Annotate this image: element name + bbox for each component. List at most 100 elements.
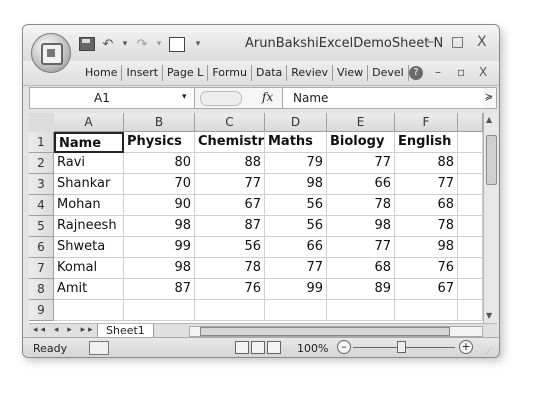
empty-cell[interactable] <box>327 300 395 321</box>
header-cell[interactable]: Maths <box>265 132 327 153</box>
data-cell[interactable]: 87 <box>124 279 195 300</box>
data-cell[interactable]: 88 <box>395 153 458 174</box>
header-cell[interactable]: Name <box>54 132 124 153</box>
data-cell[interactable]: 98 <box>327 216 395 237</box>
ribbon-tab-4[interactable]: Data <box>252 65 288 81</box>
data-cell[interactable]: 80 <box>124 153 195 174</box>
help-icon[interactable]: ? <box>409 66 423 80</box>
data-cell[interactable]: 67 <box>195 195 265 216</box>
empty-cell[interactable] <box>395 300 458 321</box>
data-cell[interactable]: 56 <box>195 237 265 258</box>
horizontal-scrollbar[interactable] <box>189 326 483 337</box>
data-cell[interactable]: 76 <box>395 258 458 279</box>
column-header-e[interactable]: E <box>327 113 395 132</box>
resize-grip-icon[interactable]: ⋰ <box>485 346 493 355</box>
data-cell[interactable]: 67 <box>395 279 458 300</box>
ribbon-restore-button[interactable]: ▫ <box>457 65 465 79</box>
data-cell[interactable]: 87 <box>195 216 265 237</box>
column-header-a[interactable]: A <box>54 113 124 132</box>
empty-cell[interactable] <box>458 174 483 195</box>
ribbon-minimize-button[interactable]: – <box>435 65 441 79</box>
empty-cell[interactable] <box>195 300 265 321</box>
undo-dropdown-icon[interactable]: ▾ <box>121 39 129 49</box>
data-cell[interactable]: 99 <box>124 237 195 258</box>
column-header-c[interactable]: C <box>195 113 265 132</box>
row-header-7[interactable]: 7 <box>29 258 54 279</box>
redo-icon[interactable]: ↷ <box>135 37 149 52</box>
empty-cell[interactable] <box>458 237 483 258</box>
office-button[interactable] <box>31 33 71 73</box>
ribbon-tab-6[interactable]: View <box>333 65 369 81</box>
data-cell[interactable]: Ravi <box>54 153 124 174</box>
ribbon-tab-0[interactable]: Home <box>81 65 123 81</box>
data-cell[interactable]: 76 <box>195 279 265 300</box>
redo-dropdown-icon[interactable]: ▾ <box>155 39 163 49</box>
formula-input[interactable]: Name <box>282 88 483 108</box>
zoom-out-icon[interactable]: – <box>337 340 351 354</box>
header-cell[interactable]: Physics <box>124 132 195 153</box>
data-cell[interactable]: 78 <box>395 216 458 237</box>
data-cell[interactable]: 68 <box>327 258 395 279</box>
empty-cell[interactable] <box>458 195 483 216</box>
page-break-view-icon[interactable] <box>267 341 281 354</box>
data-cell[interactable]: 79 <box>265 153 327 174</box>
header-cell[interactable]: English <box>395 132 458 153</box>
data-cell[interactable]: 66 <box>327 174 395 195</box>
row-header-4[interactable]: 4 <box>29 195 54 216</box>
empty-cell[interactable] <box>458 216 483 237</box>
data-cell[interactable]: Komal <box>54 258 124 279</box>
row-header-5[interactable]: 5 <box>29 216 54 237</box>
data-cell[interactable]: 78 <box>195 258 265 279</box>
page-layout-view-icon[interactable] <box>251 341 265 354</box>
row-header-9[interactable]: 9 <box>29 300 54 321</box>
new-document-icon[interactable] <box>169 36 185 52</box>
data-cell[interactable]: 88 <box>195 153 265 174</box>
select-all-corner[interactable] <box>29 113 55 133</box>
minimize-button[interactable]: – <box>427 34 434 50</box>
data-cell[interactable]: Amit <box>54 279 124 300</box>
empty-cell[interactable] <box>124 300 195 321</box>
data-cell[interactable]: 89 <box>327 279 395 300</box>
zoom-level[interactable]: 100% <box>297 342 328 355</box>
data-cell[interactable]: 68 <box>395 195 458 216</box>
customize-toolbar-icon[interactable]: ▾ <box>191 39 205 49</box>
data-cell[interactable]: 66 <box>265 237 327 258</box>
data-cell[interactable]: 98 <box>395 237 458 258</box>
data-cell[interactable]: 77 <box>195 174 265 195</box>
row-header-8[interactable]: 8 <box>29 279 54 300</box>
ribbon-tab-7[interactable]: Devel <box>368 65 409 81</box>
undo-icon[interactable]: ↶ <box>101 37 115 52</box>
zoom-in-icon[interactable]: + <box>459 340 473 354</box>
data-cell[interactable]: 98 <box>124 216 195 237</box>
chevron-down-icon[interactable]: ▾ <box>182 92 187 102</box>
data-cell[interactable]: 77 <box>327 153 395 174</box>
ribbon-tab-5[interactable]: Reviev <box>287 65 334 81</box>
sheet-tab-sheet1[interactable]: Sheet1 <box>97 324 154 338</box>
empty-cell[interactable] <box>458 153 483 174</box>
horizontal-scroll-thumb[interactable] <box>200 327 450 336</box>
empty-cell[interactable] <box>265 300 327 321</box>
scroll-down-icon[interactable]: ▼ <box>486 311 492 320</box>
row-header-1[interactable]: 1 <box>29 132 54 153</box>
ribbon-tab-3[interactable]: Formu <box>208 65 252 81</box>
sheet-navigation-icons[interactable]: ◂◂ ◂ ▸ ▸▸ <box>33 325 96 335</box>
empty-cell[interactable] <box>458 300 483 321</box>
header-cell[interactable]: Biology <box>327 132 395 153</box>
column-header-d[interactable]: D <box>265 113 327 132</box>
row-header-3[interactable]: 3 <box>29 174 54 195</box>
close-button[interactable]: X <box>477 34 487 50</box>
data-cell[interactable]: 78 <box>327 195 395 216</box>
vertical-scroll-thumb[interactable] <box>486 135 497 185</box>
data-cell[interactable]: Shweta <box>54 237 124 258</box>
data-cell[interactable]: 70 <box>124 174 195 195</box>
column-header-f[interactable]: F <box>395 113 458 132</box>
empty-cell[interactable] <box>458 279 483 300</box>
data-cell[interactable]: Shankar <box>54 174 124 195</box>
data-cell[interactable]: Mohan <box>54 195 124 216</box>
scroll-up-icon[interactable]: ▲ <box>486 115 492 124</box>
row-header-6[interactable]: 6 <box>29 237 54 258</box>
vertical-scrollbar[interactable]: ▲ ▼ <box>483 113 498 323</box>
data-cell[interactable]: 98 <box>265 174 327 195</box>
empty-cell[interactable] <box>458 258 483 279</box>
empty-cell[interactable] <box>54 300 124 321</box>
